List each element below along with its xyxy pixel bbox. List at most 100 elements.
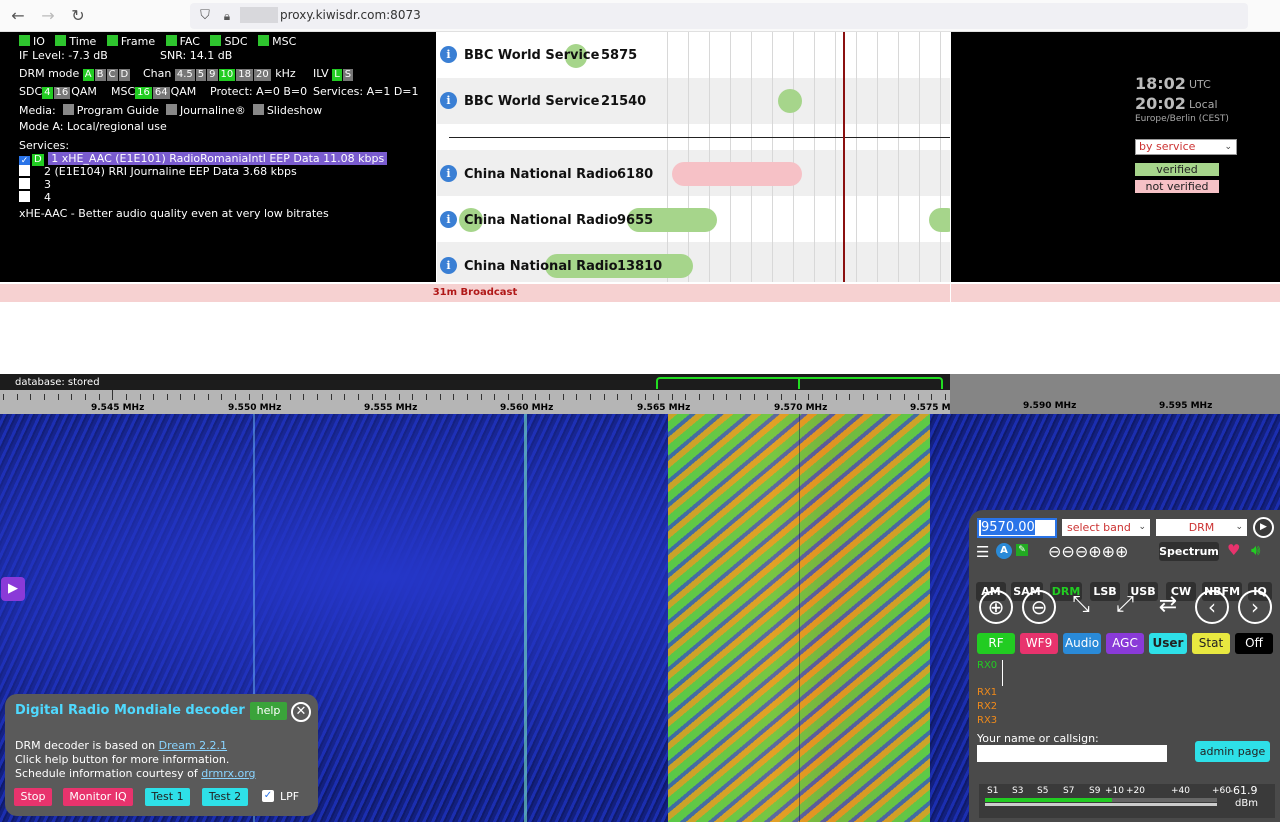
stop-button[interactable]: Stop	[14, 788, 52, 806]
zoom-step-icons[interactable]: ⊖⊖⊖⊕⊕⊕	[1048, 542, 1128, 561]
info-icon[interactable]: i	[440, 211, 457, 228]
test-2-button[interactable]: Test 2	[202, 788, 248, 806]
broadcast-slot-unverified[interactable]	[672, 162, 802, 186]
speaker-icon[interactable]: 🔊︎	[1251, 541, 1260, 559]
station-name[interactable]: China National Radio	[464, 213, 618, 228]
service-3-label[interactable]: 3	[44, 178, 51, 191]
station-freq[interactable]: 5875	[601, 48, 637, 63]
scale-tick	[535, 394, 536, 400]
mode-select[interactable]: DRM ⌄	[1156, 519, 1247, 536]
service-row-3[interactable]: 3	[19, 178, 51, 191]
station-freq[interactable]: 6180	[617, 167, 653, 182]
scale-tick	[262, 394, 263, 400]
scale-tick	[453, 394, 454, 400]
close-icon[interactable]: ✕	[291, 702, 311, 722]
scale-tick	[754, 394, 755, 400]
callsign-label: Your name or callsign:	[977, 732, 1099, 745]
service-2-label[interactable]: 2 (E1E104) RRI Journaline EEP Data 3.68 …	[44, 165, 297, 178]
chan-row: Chan 4.5 5 9 10 18 20 kHz	[143, 67, 296, 81]
test-1-button[interactable]: Test 1	[145, 788, 190, 806]
service-1-label[interactable]: 1 xHE_AAC (E1E101) RadioRomaniaIntl EEP …	[48, 152, 388, 165]
spectrum-button[interactable]: Spectrum	[1159, 542, 1219, 561]
station-freq[interactable]: 13810	[617, 259, 662, 274]
zoom-max-icon[interactable]: ⤢	[1108, 590, 1142, 624]
off-tab[interactable]: Off	[1235, 633, 1273, 654]
rx0-label: RX0	[977, 660, 998, 671]
chevron-left-icon[interactable]: ‹	[1195, 590, 1229, 624]
scale-tick	[631, 394, 632, 400]
grid-line	[814, 32, 815, 282]
scale-tick	[685, 394, 686, 400]
url-text: proxy.kiwisdr.com:8073	[280, 8, 421, 22]
scale-tick	[494, 394, 495, 400]
wf-tab[interactable]: WF9	[1020, 633, 1058, 654]
ilv-long: L	[332, 69, 342, 81]
broadcast-slot[interactable]	[778, 89, 802, 113]
reload-icon[interactable]: ↻	[68, 6, 88, 26]
grid-line	[898, 32, 899, 282]
play-circle-icon[interactable]: ▶	[1, 577, 25, 601]
grid-line	[940, 32, 941, 282]
scale-tick	[740, 394, 741, 400]
schedule-panel: i BBC World Service 5875 i BBC World Ser…	[437, 32, 950, 282]
station-freq[interactable]: 9655	[617, 213, 653, 228]
service-4-label[interactable]: 4	[44, 191, 51, 204]
lpf-checkbox[interactable]: ✓	[262, 790, 274, 802]
swap-icon[interactable]: ⇄	[1151, 590, 1185, 624]
forward-icon[interactable]: →	[38, 6, 58, 26]
service-row-4[interactable]: 4	[19, 191, 51, 204]
help-button[interactable]: help	[250, 702, 287, 720]
admin-page-button[interactable]: admin page	[1195, 741, 1270, 762]
shield-icon[interactable]: ⛉	[195, 6, 215, 26]
heart-icon[interactable]: ♥	[1227, 541, 1240, 559]
services-count: Services: A=1 D=1	[313, 85, 419, 98]
url-redaction	[240, 7, 278, 23]
frequency-scale-extended[interactable]: 9.590 MHz 9.595 MHz	[950, 374, 1280, 414]
zoom-in-icon[interactable]: ⊕	[979, 590, 1013, 624]
audio-tab[interactable]: Audio	[1063, 633, 1101, 654]
info-icon[interactable]: i	[440, 165, 457, 182]
station-name[interactable]: China National Radio	[464, 259, 618, 274]
drmrx-link[interactable]: drmrx.org	[201, 767, 255, 780]
sort-select[interactable]: by service ⌄	[1135, 139, 1237, 155]
service-row-2[interactable]: 2 (E1E104) RRI Journaline EEP Data 3.68 …	[19, 165, 297, 178]
edit-icon[interactable]: ✎	[1016, 544, 1028, 556]
info-icon[interactable]: i	[440, 257, 457, 274]
zoom-fit-icon[interactable]: ⤡	[1064, 590, 1098, 624]
scale-tick	[849, 394, 850, 400]
station-name[interactable]: BBC World Service	[464, 94, 599, 109]
service-4-checkbox[interactable]	[19, 191, 30, 202]
info-icon[interactable]: i	[440, 92, 457, 109]
rf-tab[interactable]: RF	[977, 633, 1015, 654]
station-name[interactable]: China National Radio	[464, 167, 618, 182]
menu-icon[interactable]: ☰	[976, 543, 989, 561]
broadcast-slot[interactable]	[929, 208, 950, 232]
station-freq[interactable]: 21540	[601, 94, 646, 109]
user-tab[interactable]: User	[1149, 633, 1187, 654]
back-icon[interactable]: ←	[8, 6, 28, 26]
stat-tab[interactable]: Stat	[1192, 633, 1230, 654]
auto-icon[interactable]: A	[996, 543, 1012, 559]
monitor-iq-button[interactable]: Monitor IQ	[63, 788, 133, 806]
scale-tick	[658, 394, 659, 400]
frequency-input[interactable]: 9570.00	[977, 518, 1057, 538]
info-icon[interactable]: i	[440, 46, 457, 63]
frequency-value: 9570.00	[981, 520, 1035, 535]
agc-tab[interactable]: AGC	[1106, 633, 1144, 654]
band-select[interactable]: select band ⌄	[1062, 519, 1150, 536]
callsign-input[interactable]	[977, 745, 1167, 762]
decoder-text: DRM decoder is based on	[15, 739, 159, 752]
grid-line	[793, 32, 794, 282]
chevron-right-icon[interactable]: ›	[1238, 590, 1272, 624]
scale-tick	[372, 394, 373, 400]
service-2-checkbox[interactable]	[19, 165, 30, 176]
zoom-out-icon[interactable]: ⊖	[1022, 590, 1056, 624]
carrier-marker[interactable]	[798, 377, 800, 389]
smeter-scale	[985, 803, 1217, 806]
play-icon[interactable]: ▶	[1253, 517, 1274, 538]
band-bar-right	[951, 284, 1280, 302]
station-name[interactable]: BBC World Service	[464, 48, 599, 63]
lock-icon[interactable]: 🔒︎	[217, 6, 237, 26]
service-3-checkbox[interactable]	[19, 178, 30, 189]
dream-link[interactable]: Dream 2.2.1	[159, 739, 227, 752]
